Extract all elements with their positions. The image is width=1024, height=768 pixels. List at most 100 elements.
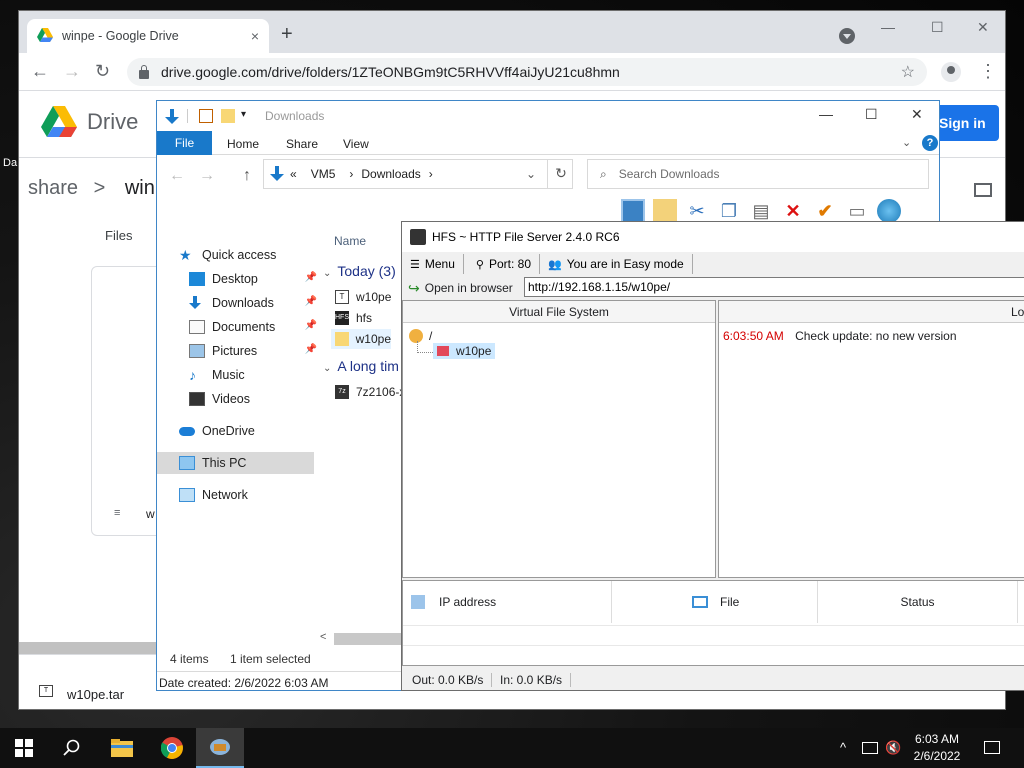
column-ip-address[interactable]: IP address — [403, 581, 612, 623]
horizontal-scrollbar[interactable]: < — [320, 631, 410, 645]
menu-button[interactable]: ☰ Menu — [402, 254, 464, 274]
system-clock[interactable]: 6:03 AM 2/6/2022 — [902, 731, 972, 765]
nav-label: OneDrive — [202, 424, 255, 438]
port-button[interactable]: ⚲ Port: 80 — [464, 254, 540, 274]
download-item[interactable]: w10pe.tar — [67, 687, 124, 702]
properties-check-icon[interactable] — [199, 109, 213, 123]
nav-onedrive[interactable]: OneDrive — [179, 420, 317, 442]
group-today[interactable]: ⌄ Today (3) — [323, 263, 396, 279]
chrome-menu-icon[interactable]: ⋮ — [979, 61, 997, 81]
notifications-icon[interactable] — [984, 741, 1000, 754]
quick-access-dropdown-icon[interactable]: ▾ — [241, 109, 246, 123]
path-separator[interactable]: › — [349, 167, 353, 181]
rename-icon[interactable]: ▭ — [845, 199, 869, 223]
column-file[interactable]: File — [612, 581, 818, 623]
bookmark-star-icon[interactable]: ☆ — [901, 62, 915, 82]
row-divider — [403, 645, 1024, 646]
nav-network[interactable]: Network — [179, 484, 317, 506]
paste-icon[interactable]: ▤ — [749, 199, 773, 223]
nav-videos[interactable]: Videos — [189, 388, 317, 410]
show-hidden-icons-button[interactable]: ^ — [840, 740, 846, 755]
close-button[interactable]: ✕ — [977, 19, 989, 36]
connections-panel[interactable]: IP address File Status — [402, 580, 1024, 666]
tab-search-icon[interactable] — [839, 28, 855, 44]
scroll-thumb[interactable] — [334, 633, 404, 645]
new-tab-button[interactable]: + — [281, 23, 293, 45]
nav-quick-access[interactable]: ★ Quick access — [179, 244, 317, 266]
vfs-item-w10pe[interactable]: w10pe — [433, 343, 496, 359]
up-button[interactable]: ↑ — [243, 167, 251, 185]
copy-icon[interactable]: ❐ — [717, 199, 741, 223]
url-field[interactable] — [524, 277, 1024, 297]
tab-view[interactable]: View — [343, 137, 369, 151]
column-header-name[interactable]: Name — [334, 234, 366, 248]
new-folder-icon[interactable] — [221, 109, 235, 123]
tab-file[interactable]: File — [157, 131, 212, 155]
minimize-button[interactable]: — — [881, 19, 895, 35]
path-segment-vm5[interactable]: VM5 — [311, 167, 336, 181]
path-segment-downloads[interactable]: Downloads — [361, 167, 420, 181]
open-label: Open in browser — [424, 281, 513, 295]
users-icon: 👥 — [548, 258, 562, 271]
close-button[interactable]: ✕ — [911, 106, 923, 123]
back-button[interactable]: ← — [169, 167, 185, 185]
reload-button[interactable]: ↻ — [95, 61, 110, 81]
nav-music[interactable]: ♪ Music — [189, 364, 317, 386]
horizontal-scrollbar[interactable] — [19, 642, 157, 654]
browser-tab[interactable]: winpe - Google Drive × — [27, 19, 269, 53]
search-button[interactable] — [48, 728, 96, 768]
tab-close-icon[interactable]: × — [251, 28, 259, 44]
mode-button[interactable]: 👥 You are in Easy mode — [540, 254, 693, 274]
minimize-button[interactable]: — — [819, 106, 833, 122]
start-button[interactable] — [0, 728, 48, 768]
vfs-header: Virtual File System — [403, 301, 715, 323]
desktop-icon-label[interactable]: Da — [3, 156, 17, 170]
column-label: Status — [900, 595, 935, 609]
open-in-browser-button[interactable]: ↪ Open in browser — [402, 280, 513, 297]
address-bar[interactable]: drive.google.com/drive/folders/1ZTeONBGm… — [127, 58, 927, 86]
file-row[interactable]: Tw10pe — [335, 287, 391, 307]
maximize-button[interactable]: ☐ — [931, 19, 944, 36]
breadcrumb-share[interactable]: share — [28, 177, 78, 199]
nav-documents[interactable]: Documents 📌 — [189, 316, 317, 338]
checkmark-icon[interactable]: ✔ — [813, 199, 837, 223]
back-button[interactable]: ← — [31, 61, 49, 81]
nav-desktop[interactable]: Desktop 📌 — [189, 268, 317, 290]
layout-icon[interactable] — [621, 199, 645, 223]
expand-ribbon-icon[interactable]: ⌄ — [902, 136, 911, 149]
forward-button[interactable]: → — [63, 61, 81, 81]
google-drive-logo[interactable] — [41, 106, 77, 138]
list-view-icon[interactable] — [974, 183, 992, 197]
path-dropdown-icon[interactable]: ⌄ — [526, 167, 536, 181]
tab-home[interactable]: Home — [227, 137, 259, 151]
volume-muted-icon[interactable]: 🔇 — [885, 740, 901, 756]
folder-icon[interactable] — [653, 199, 677, 223]
address-path[interactable]: « VM5 › Downloads › ⌄ — [263, 159, 573, 189]
nav-pictures[interactable]: Pictures 📌 — [189, 340, 317, 362]
log-panel[interactable]: Log 6:03:50 AM Check update: no new vers… — [718, 300, 1024, 578]
path-separator[interactable]: › — [429, 167, 433, 181]
search-input[interactable]: ⌕ Search Downloads — [587, 159, 929, 189]
chrome-taskbar-button[interactable] — [148, 728, 196, 768]
file-row[interactable]: 7z 7z2106-x — [335, 382, 405, 402]
globe-icon[interactable] — [877, 199, 901, 223]
refresh-button[interactable]: ↻ — [547, 159, 574, 189]
cut-icon[interactable]: ✂ — [685, 199, 709, 223]
hfs-taskbar-button[interactable] — [196, 728, 244, 768]
help-icon[interactable]: ? — [922, 135, 938, 151]
tab-share[interactable]: Share — [286, 137, 318, 151]
nav-downloads[interactable]: Downloads 📌 — [189, 292, 317, 314]
file-row[interactable]: HFS hfs — [335, 308, 372, 328]
file-row-selected[interactable]: w10pe — [331, 329, 391, 349]
forward-button[interactable]: → — [199, 167, 215, 185]
maximize-button[interactable]: ☐ — [865, 106, 878, 123]
nav-this-pc[interactable]: This PC — [157, 452, 314, 474]
column-status[interactable]: Status — [818, 581, 1018, 623]
group-long-time-ago[interactable]: ⌄ A long tim — [323, 358, 399, 374]
profile-avatar[interactable] — [941, 62, 961, 82]
network-icon[interactable] — [862, 742, 878, 754]
delete-icon[interactable]: ✕ — [781, 199, 805, 223]
virtual-file-system-panel[interactable]: Virtual File System / w10pe — [402, 300, 716, 578]
file-explorer-taskbar-button[interactable] — [98, 728, 146, 768]
scroll-left-icon[interactable]: < — [320, 631, 326, 643]
